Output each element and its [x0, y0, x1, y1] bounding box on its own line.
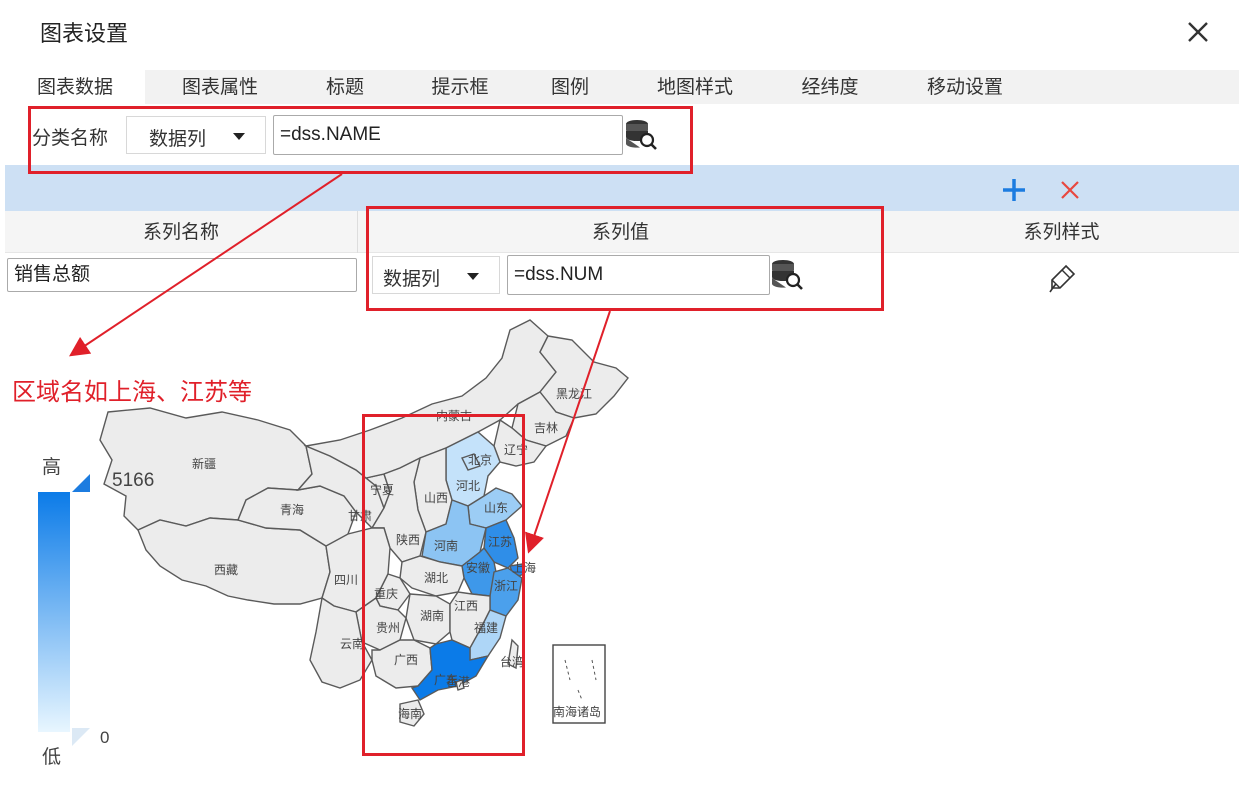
legend-gradient-bar[interactable]: [38, 492, 70, 732]
legend-high-label: 高: [42, 456, 62, 478]
annotation-box-map-region: [362, 414, 525, 756]
column-header-series-name: 系列名称: [142, 221, 219, 243]
tab-lat-lng[interactable]: 经纬度: [780, 70, 880, 104]
legend-max-handle[interactable]: [72, 474, 90, 492]
province-label: 四川: [334, 573, 358, 587]
tab-chart-properties[interactable]: 图表属性: [160, 70, 280, 104]
province-label: 吉林: [534, 421, 558, 435]
dialog-title: 图表设置: [40, 22, 129, 47]
tab-title[interactable]: 标题: [305, 70, 385, 104]
column-header-series-style: 系列样式: [1023, 221, 1100, 243]
close-icon[interactable]: [1058, 178, 1082, 202]
inset-boundary: [564, 659, 597, 701]
brush-icon[interactable]: [1046, 262, 1078, 294]
tab-chart-data[interactable]: 图表数据: [5, 70, 145, 104]
tab-map-style[interactable]: 地图样式: [635, 70, 755, 104]
annotation-box-series-value: [366, 206, 884, 311]
legend-min-handle[interactable]: [72, 728, 90, 746]
province-label: 云南: [340, 636, 364, 651]
tab-bar: 图表数据 图表属性 标题 提示框 图例 地图样式 经纬度 移动设置: [5, 70, 1239, 104]
legend-min-value: 0: [100, 728, 110, 747]
province-heilongjiang[interactable]: [539, 335, 629, 419]
annotation-box-category: [28, 106, 693, 174]
province-label: 西藏: [214, 563, 238, 577]
annotation-note: 区域名如上海、江苏等: [12, 378, 252, 406]
province-label: 黑龙江: [556, 387, 592, 401]
dialog-header: 图表设置: [0, 0, 1239, 66]
plus-icon[interactable]: [1000, 176, 1028, 204]
province-label: 南海诸岛: [553, 704, 601, 719]
tab-tooltip[interactable]: 提示框: [410, 70, 510, 104]
chart-settings-dialog: 图表设置 图表数据 图表属性 标题 提示框 图例 地图样式 经纬度 移动设置 分…: [0, 0, 1239, 792]
series-name-input[interactable]: 销售总额: [7, 258, 357, 292]
legend-low-label: 低: [42, 746, 62, 768]
legend-max-value: 5166: [112, 470, 155, 491]
tab-legend[interactable]: 图例: [530, 70, 610, 104]
tab-mobile-settings[interactable]: 移动设置: [905, 70, 1025, 104]
province-label: 新疆: [192, 456, 216, 471]
province-label: 青海: [280, 502, 304, 517]
close-icon[interactable]: [1180, 14, 1216, 50]
